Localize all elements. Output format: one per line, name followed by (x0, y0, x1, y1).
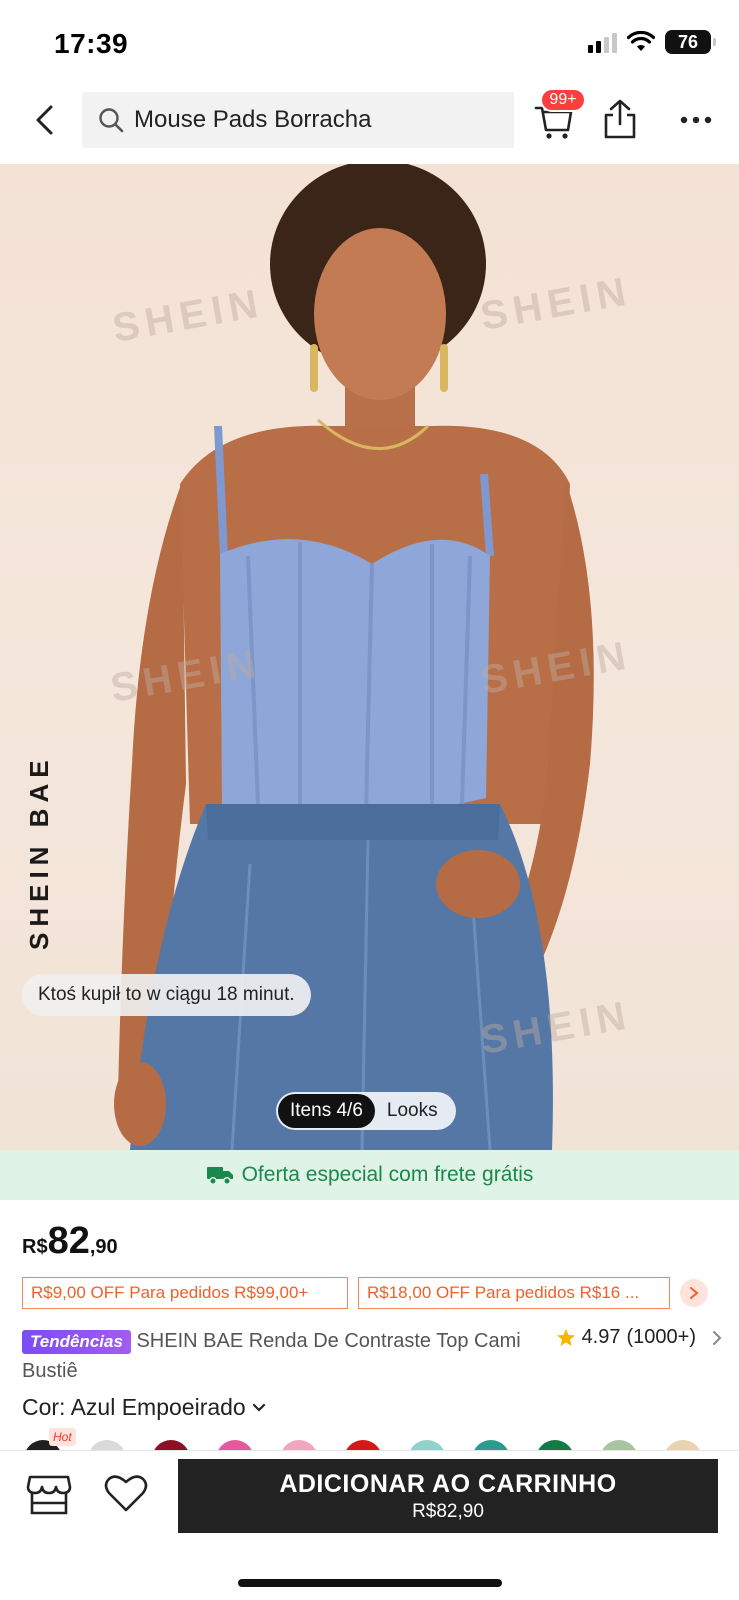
search-icon (99, 108, 124, 133)
back-button[interactable] (24, 100, 64, 140)
color-swatch[interactable] (280, 1440, 318, 1450)
home-indicator (238, 1579, 502, 1587)
coupon-tag[interactable]: R$18,00 OFF Para pedidos R$16 ... (358, 1277, 670, 1309)
wishlist-button[interactable] (104, 1473, 152, 1521)
image-pager[interactable]: Itens 4/6 Looks (276, 1092, 456, 1130)
more-icon (680, 116, 712, 124)
product-title-block: Tendências SHEIN BAE Renda De Contraste … (22, 1326, 522, 1386)
add-to-cart-button[interactable]: ADICIONAR AO CARRINHO R$82,90 (178, 1459, 718, 1533)
add-to-cart-label: ADICIONAR AO CARRINHO (279, 1469, 617, 1498)
status-bar: 17:39 76 (0, 0, 739, 82)
chevron-right-icon (713, 1330, 722, 1345)
color-swatch[interactable] (536, 1440, 574, 1450)
star-icon (556, 1328, 575, 1346)
signal-icon (588, 31, 617, 53)
top-navigation: Mouse Pads Borracha 99+ (0, 82, 739, 164)
review-count: (1000+) (626, 1326, 697, 1348)
color-label: Cor: Azul Empoeirado (22, 1394, 246, 1420)
free-shipping-banner[interactable]: Oferta especial com frete grátis (0, 1150, 739, 1200)
brand-vertical-label: SHEIN BAE (24, 754, 54, 950)
product-title-row: Tendências SHEIN BAE Renda De Contraste … (22, 1326, 722, 1386)
color-swatch[interactable] (408, 1440, 446, 1450)
coupon-tag[interactable]: R$9,00 OFF Para pedidos R$99,00+ (22, 1277, 348, 1309)
status-icons: 76 (588, 30, 716, 54)
chevron-down-icon (252, 1403, 265, 1412)
bottom-action-bar: ADICIONAR AO CARRINHO R$82,90 (0, 1450, 739, 1600)
store-icon (26, 1475, 72, 1515)
search-query: Mouse Pads Borracha (134, 106, 372, 133)
search-bar[interactable]: Mouse Pads Borracha (82, 92, 514, 148)
color-swatch[interactable] (344, 1440, 382, 1450)
cart-count-badge: 99+ (540, 88, 586, 112)
price-currency: R$ (22, 1236, 48, 1258)
chevron-right-icon (690, 1287, 699, 1299)
product-rating[interactable]: 4.97 (1000+) (556, 1326, 722, 1349)
color-swatch[interactable] (152, 1440, 190, 1450)
color-swatch[interactable] (472, 1440, 510, 1450)
rating-value: 4.97 (581, 1326, 621, 1348)
battery-icon: 76 (665, 30, 716, 54)
trend-badge[interactable]: Tendências (22, 1329, 131, 1354)
color-swatch[interactable] (664, 1440, 702, 1450)
color-selector[interactable]: Cor: Azul Empoeirado (22, 1394, 266, 1421)
looks-tab[interactable]: Looks (375, 1100, 454, 1122)
price-decimal: ,90 (89, 1236, 118, 1258)
share-button[interactable] (602, 98, 642, 142)
chevron-left-icon (36, 105, 53, 135)
color-swatch[interactable] (88, 1440, 126, 1450)
free-shipping-text: Oferta especial com frete grátis (241, 1163, 534, 1186)
share-icon (604, 99, 636, 139)
wifi-icon (627, 31, 655, 51)
store-button[interactable] (26, 1473, 74, 1521)
price-integer: 82 (47, 1220, 90, 1262)
color-swatch[interactable] (216, 1440, 254, 1450)
color-swatch[interactable] (600, 1440, 638, 1450)
coupon-row: R$9,00 OFF Para pedidos R$99,00+ R$18,00… (22, 1276, 724, 1310)
truck-icon (206, 1167, 233, 1185)
color-swatch-row (24, 1436, 724, 1450)
social-proof-toast: Ktoś kupił to w ciągu 18 minut. (22, 974, 311, 1016)
heart-icon (104, 1475, 148, 1512)
hot-tag: Hot (49, 1428, 76, 1446)
more-options-button[interactable] (676, 102, 716, 138)
add-to-cart-price: R$82,90 (412, 1500, 484, 1522)
status-time: 17:39 (54, 28, 129, 59)
pager-counter[interactable]: Itens 4/6 (278, 1094, 375, 1128)
coupons-more-button[interactable] (680, 1279, 708, 1307)
product-price: R$ 82 ,90 (22, 1220, 118, 1263)
